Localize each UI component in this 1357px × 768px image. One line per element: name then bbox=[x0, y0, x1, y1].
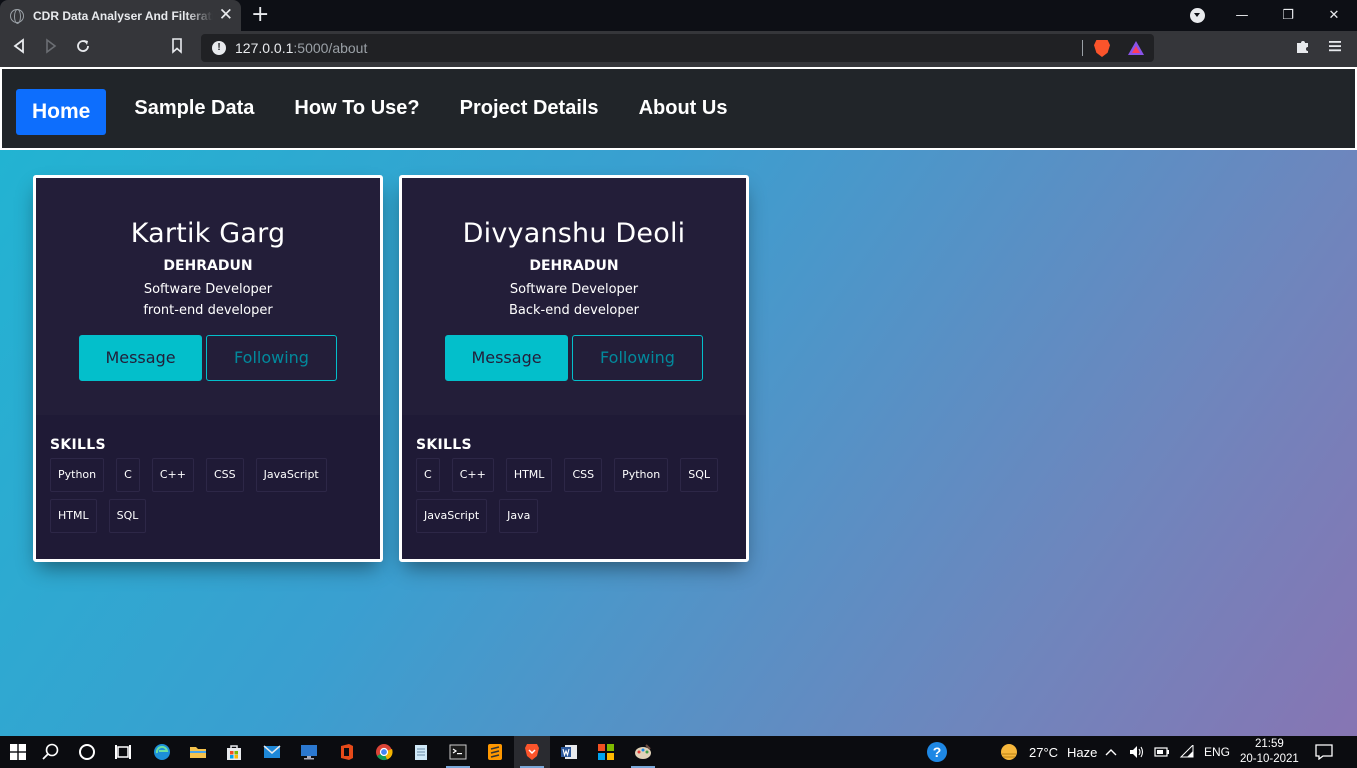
skills-list: Python C C++ CSS JavaScript HTML SQL bbox=[50, 458, 366, 540]
skill-tag: C++ bbox=[151, 458, 194, 492]
file-explorer-icon[interactable] bbox=[180, 736, 216, 768]
weather-icon[interactable] bbox=[991, 736, 1027, 768]
sublime-text-icon[interactable] bbox=[477, 736, 513, 768]
skills-heading: SKILLS bbox=[416, 437, 472, 453]
search-icon[interactable] bbox=[33, 736, 69, 768]
site-info-icon[interactable]: ! bbox=[212, 41, 226, 55]
tab-close-button[interactable]: ✕ bbox=[219, 7, 233, 24]
tab-title: CDR Data Analyser And Filteration bbox=[33, 8, 213, 23]
back-icon[interactable] bbox=[12, 38, 26, 60]
svg-text:?: ? bbox=[933, 744, 942, 760]
skill-tag: C bbox=[116, 458, 140, 492]
system-clock[interactable]: 21:59 20-10-2021 bbox=[1240, 737, 1299, 767]
skill-tag: CSS bbox=[564, 458, 603, 492]
nav-link-how-to-use[interactable]: How To Use? bbox=[294, 97, 419, 120]
nav-home-button[interactable]: Home bbox=[16, 88, 107, 135]
skill-tag: SQL bbox=[680, 458, 719, 492]
notepad-icon[interactable] bbox=[403, 736, 439, 768]
command-prompt-icon[interactable] bbox=[440, 736, 476, 768]
page-background: Home Sample Data How To Use? Project Det… bbox=[0, 67, 1357, 736]
skill-tag: CSS bbox=[205, 458, 244, 492]
windows-apps-icon[interactable] bbox=[588, 736, 624, 768]
nav-link-about-us[interactable]: About Us bbox=[639, 97, 728, 120]
profile-buttons: Message Following bbox=[402, 335, 746, 381]
navbar: Home Sample Data How To Use? Project Det… bbox=[0, 67, 1357, 150]
reload-icon[interactable] bbox=[75, 38, 91, 60]
nav-link-project-details[interactable]: Project Details bbox=[460, 97, 599, 120]
skill-tag: Python bbox=[50, 458, 105, 492]
help-icon[interactable]: ? bbox=[919, 736, 955, 768]
browser-tab[interactable]: CDR Data Analyser And Filteration ✕ bbox=[0, 0, 241, 31]
weather-temp: 27°C bbox=[1029, 745, 1059, 760]
skill-tag: C bbox=[416, 458, 440, 492]
window-controls: — ❐ ✕ bbox=[1219, 0, 1357, 31]
new-tab-button[interactable]: + bbox=[251, 3, 269, 27]
brave-browser-icon[interactable] bbox=[514, 736, 550, 768]
profile-card-divyanshu: Divyanshu Deoli DEHRADUN Software Develo… bbox=[399, 175, 749, 562]
skill-tag: JavaScript bbox=[416, 499, 488, 533]
profile-name: Divyanshu Deoli bbox=[462, 218, 686, 249]
notification-icon[interactable] bbox=[1306, 736, 1342, 768]
profile-card-header: Kartik Garg DEHRADUN Software Developer … bbox=[36, 178, 380, 415]
skills-list: C C++ HTML CSS Python SQL JavaScript Jav… bbox=[416, 458, 732, 540]
wifi-icon[interactable] bbox=[1172, 736, 1202, 768]
remote-desktop-icon[interactable] bbox=[291, 736, 327, 768]
profile-card-header: Divyanshu Deoli DEHRADUN Software Develo… bbox=[402, 178, 746, 415]
weather-condition: Haze bbox=[1067, 745, 1098, 760]
profile-role: Software Developer bbox=[143, 282, 273, 297]
skill-tag: Python bbox=[614, 458, 669, 492]
profile-card-kartik: Kartik Garg DEHRADUN Software Developer … bbox=[33, 175, 383, 562]
message-button[interactable]: Message bbox=[79, 335, 202, 381]
skill-tag: SQL bbox=[108, 499, 147, 533]
forward-icon[interactable] bbox=[44, 38, 58, 60]
close-window-button[interactable]: ✕ bbox=[1311, 8, 1357, 23]
following-button[interactable]: Following bbox=[206, 335, 337, 381]
skill-tag: HTML bbox=[50, 499, 97, 533]
skills-section: SKILLS Python C C++ CSS JavaScript HTML … bbox=[36, 415, 380, 559]
omnibox-divider bbox=[1082, 40, 1083, 56]
menu-icon[interactable] bbox=[1328, 38, 1342, 60]
address-bar[interactable]: ! 127.0.0.1:5000/about bbox=[201, 34, 1154, 62]
globe-icon bbox=[10, 8, 24, 24]
profile-role: Software Developer bbox=[509, 282, 639, 297]
task-view-icon[interactable] bbox=[105, 736, 141, 768]
profile-role-detail: Back-end developer bbox=[509, 303, 639, 318]
taskbar: ? 27°C Haze ENG 21:59 20-10-2021 bbox=[0, 736, 1357, 768]
edge-icon[interactable] bbox=[144, 736, 180, 768]
chrome-icon[interactable] bbox=[366, 736, 402, 768]
skill-tag: C++ bbox=[451, 458, 494, 492]
nav-link-sample-data[interactable]: Sample Data bbox=[134, 97, 254, 120]
word-icon[interactable] bbox=[551, 736, 587, 768]
profile-city: DEHRADUN bbox=[529, 258, 619, 274]
bookmark-icon[interactable] bbox=[171, 38, 183, 60]
mail-icon[interactable] bbox=[254, 736, 290, 768]
minimize-button[interactable]: — bbox=[1219, 8, 1265, 23]
tab-search-icon[interactable] bbox=[1190, 8, 1205, 23]
skills-heading: SKILLS bbox=[50, 437, 106, 453]
office-icon[interactable] bbox=[329, 736, 365, 768]
browser-tab-strip: CDR Data Analyser And Filteration ✕ + — … bbox=[0, 0, 1357, 31]
message-button[interactable]: Message bbox=[445, 335, 568, 381]
profile-role-detail: front-end developer bbox=[143, 303, 273, 318]
cortana-icon[interactable] bbox=[69, 736, 105, 768]
skill-tag: JavaScript bbox=[255, 458, 327, 492]
profile-name: Kartik Garg bbox=[130, 218, 286, 249]
clock-time: 21:59 bbox=[1255, 738, 1284, 750]
maximize-button[interactable]: ❐ bbox=[1265, 8, 1311, 23]
profile-buttons: Message Following bbox=[36, 335, 380, 381]
skill-tag: HTML bbox=[505, 458, 553, 492]
following-button[interactable]: Following bbox=[572, 335, 703, 381]
windows-start-icon[interactable] bbox=[0, 736, 36, 768]
skill-tag: Java bbox=[499, 499, 539, 533]
profile-city: DEHRADUN bbox=[163, 258, 253, 274]
brave-rewards-icon[interactable] bbox=[1128, 41, 1144, 55]
extensions-icon[interactable] bbox=[1295, 38, 1311, 60]
paint-icon[interactable] bbox=[625, 736, 661, 768]
url-text: 127.0.0.1:5000/about bbox=[235, 40, 368, 56]
store-icon[interactable] bbox=[216, 736, 252, 768]
language-indicator[interactable]: ENG bbox=[1204, 745, 1230, 759]
clock-date: 20-10-2021 bbox=[1240, 753, 1299, 765]
skills-section: SKILLS C C++ HTML CSS Python SQL JavaScr… bbox=[402, 415, 746, 559]
